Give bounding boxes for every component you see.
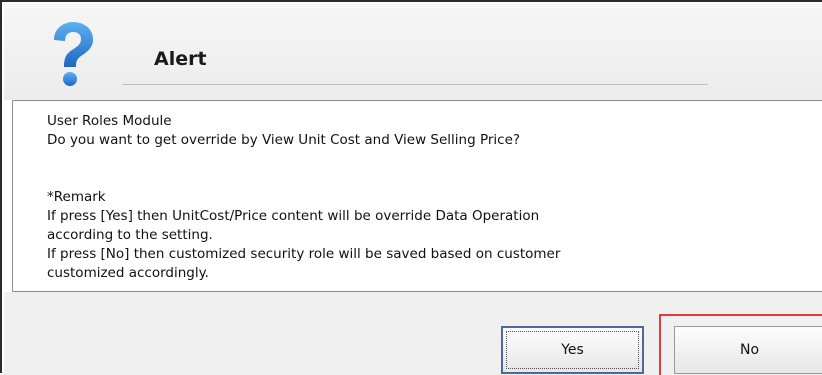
message-line: If press [Yes] then UnitCost/Price conte… [47,208,540,224]
alert-dialog: Alert User Roles Module Do you want to g… [0,0,822,375]
button-bar: Yes No [4,292,822,375]
question-icon [54,22,93,86]
message-line: according to the setting. [47,227,213,243]
message-panel: User Roles Module Do you want to get ove… [12,100,822,292]
message-line: If press [No] then customized security r… [47,246,561,262]
message-line: *Remark [47,189,106,205]
message-line: customized accordingly. [47,265,209,281]
title-divider [122,84,708,85]
message-line: Do you want to get override by View Unit… [47,132,521,148]
no-button[interactable]: No [674,326,822,374]
dialog-header: Alert [4,4,822,100]
yes-button[interactable]: Yes [501,326,644,374]
message-line: User Roles Module [47,113,172,129]
dialog-title: Alert [154,48,207,70]
